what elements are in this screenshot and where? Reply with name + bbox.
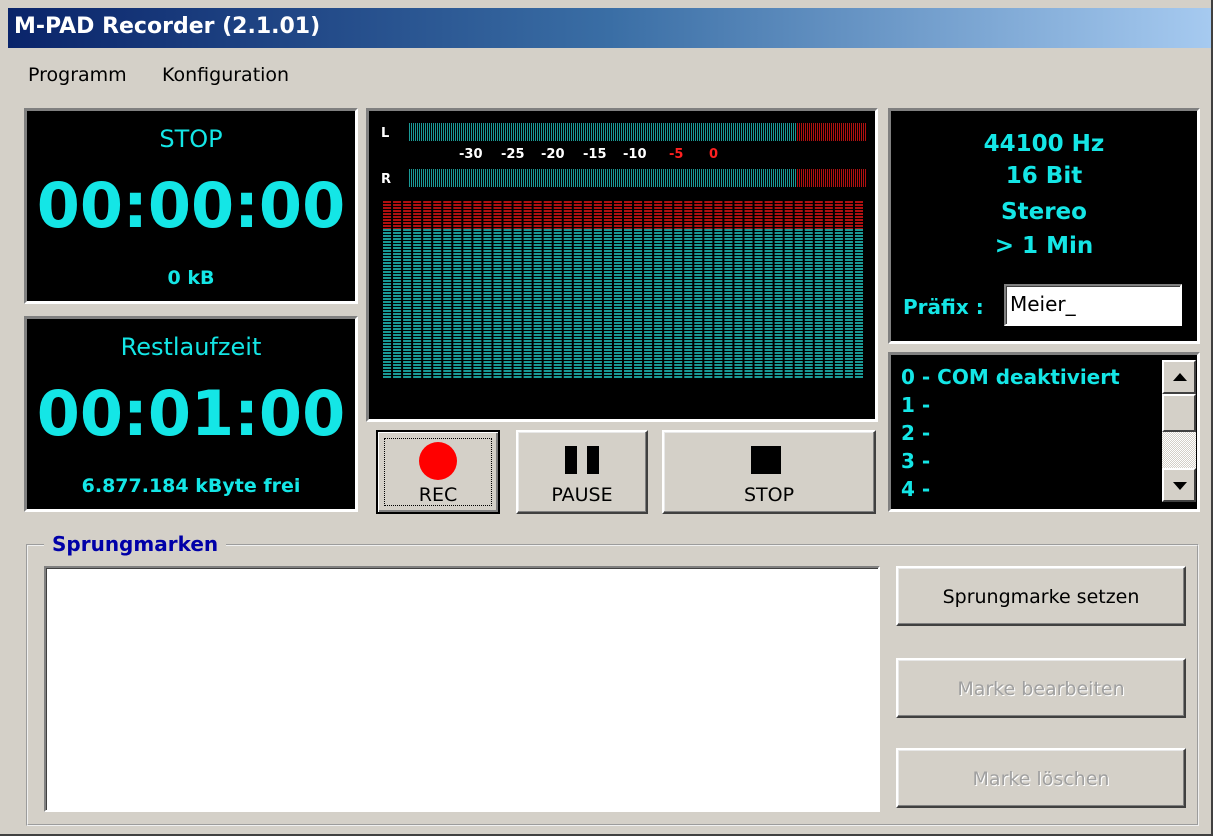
com-item[interactable]: 4 - <box>901 477 930 501</box>
meter-scale-label: -30 <box>459 147 483 162</box>
stop-button[interactable]: STOP <box>662 430 876 514</box>
com-item[interactable]: 2 - <box>901 421 930 445</box>
rec-button[interactable]: REC <box>376 430 500 514</box>
scrollbar-thumb[interactable] <box>1162 394 1196 432</box>
prefix-label: Präfix : <box>903 295 984 319</box>
remaining-label: Restlaufzeit <box>120 333 262 361</box>
com-item[interactable]: 0 - COM deaktiviert <box>901 365 1120 389</box>
menu-programm[interactable]: Programm <box>28 64 127 86</box>
status-panel: STOP 00:00:00 0 kB <box>24 108 358 304</box>
free-space: 6.877.184 kByte frei <box>81 475 301 497</box>
scroll-up-button[interactable] <box>1162 360 1196 394</box>
com-port-list[interactable]: 0 - COM deaktiviert 1 - 2 - 3 - 4 - <box>888 352 1200 512</box>
menu-bar: Programm Konfiguration <box>8 52 1211 98</box>
meter-scale-label: -15 <box>583 147 607 162</box>
remaining-time: 00:01:00 <box>36 377 346 450</box>
meter-scale-label: -25 <box>501 147 525 162</box>
meter-scale-label: 0 <box>709 147 718 162</box>
set-marker-label: Sprungmarke setzen <box>942 586 1140 608</box>
left-channel-label: L <box>381 126 389 141</box>
stop-label: STOP <box>743 484 795 506</box>
markers-list[interactable] <box>44 566 880 812</box>
rec-label: REC <box>418 484 458 506</box>
bit-depth: 16 Bit <box>1005 163 1083 189</box>
meter-scale-label: -10 <box>623 147 647 162</box>
meter-scale-label: -20 <box>541 147 565 162</box>
markers-group-title: Sprungmarken <box>44 532 227 556</box>
pause-label: PAUSE <box>551 484 613 506</box>
remaining-panel: Restlaufzeit 00:01:00 6.877.184 kByte fr… <box>24 316 358 512</box>
channel-mode: Stereo <box>1001 199 1087 225</box>
meter-graphic: L R -30 -25 -20 -15 -10 -5 0 <box>381 123 866 378</box>
meter-scale-label: -5 <box>669 147 683 162</box>
window-title: M-PAD Recorder (2.1.01) <box>14 14 321 39</box>
com-item[interactable]: 1 - <box>901 393 930 417</box>
stop-icon <box>751 446 781 474</box>
app-window: M-PAD Recorder (2.1.01) Programm Konfigu… <box>0 0 1213 836</box>
com-item[interactable]: 3 - <box>901 449 930 473</box>
record-icon <box>419 442 457 480</box>
duration-limit: > 1 Min <box>994 233 1094 259</box>
arrow-up-icon <box>1173 373 1187 381</box>
right-channel-label: R <box>381 172 391 187</box>
title-bar[interactable]: M-PAD Recorder (2.1.01) <box>8 8 1211 48</box>
elapsed-time: 00:00:00 <box>36 169 346 242</box>
recorded-size: 0 kB <box>167 267 215 289</box>
sample-rate: 44100 Hz <box>983 131 1105 157</box>
arrow-down-icon <box>1173 482 1187 490</box>
record-state: STOP <box>159 125 223 153</box>
menu-konfiguration[interactable]: Konfiguration <box>162 64 289 86</box>
delete-marker-button[interactable]: Marke löschen <box>896 748 1186 808</box>
pause-button[interactable]: PAUSE <box>516 430 648 514</box>
pause-icon <box>587 446 599 474</box>
set-marker-button[interactable]: Sprungmarke setzen <box>896 566 1186 626</box>
prefix-input[interactable]: Meier_ <box>1004 284 1182 326</box>
delete-marker-label: Marke löschen <box>972 768 1110 790</box>
pause-icon <box>565 446 577 474</box>
edit-marker-label: Marke bearbeiten <box>957 678 1125 700</box>
level-meter: L R -30 -25 -20 -15 -10 -5 0 <box>366 108 878 422</box>
scroll-down-button[interactable] <box>1162 468 1196 502</box>
edit-marker-button[interactable]: Marke bearbeiten <box>896 658 1186 718</box>
